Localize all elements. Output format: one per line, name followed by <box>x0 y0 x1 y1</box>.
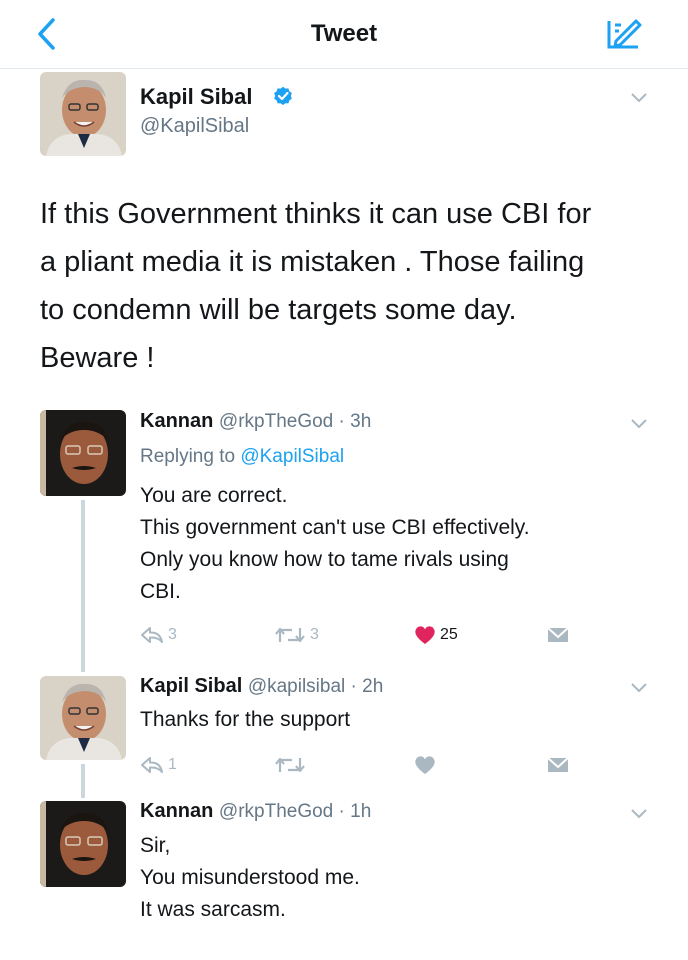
replying-to-label: Replying to <box>140 446 236 467</box>
reply-text-line: Sir, <box>140 834 171 857</box>
reply-button[interactable]: 3 <box>140 626 177 644</box>
author-handle[interactable]: @KapilSibal <box>140 115 249 138</box>
reply-text-line: It was sarcasm. <box>140 898 286 921</box>
heart-icon <box>415 756 435 774</box>
chevron-down-icon[interactable] <box>630 682 648 694</box>
reply-text-line: You misunderstood me. <box>140 866 360 889</box>
tweet-text-line: a pliant media it is mistaken . Those fa… <box>40 246 585 278</box>
avatar[interactable] <box>40 410 126 496</box>
tweet-text-line: Beware ! <box>40 342 155 374</box>
avatar[interactable] <box>40 676 126 760</box>
avatar[interactable] <box>40 72 126 156</box>
direct-message-icon <box>547 757 569 772</box>
avatar-kapil-sibal <box>40 676 126 760</box>
reply-text-line: Thanks for the support <box>140 708 351 731</box>
reply-text: Thanks for the support <box>140 704 350 736</box>
reply-header: Kannan @rkpTheGod · 3h <box>140 410 371 433</box>
like-button[interactable] <box>414 755 436 775</box>
like-button[interactable]: 25 <box>414 625 458 645</box>
replying-to-mention[interactable]: @KapilSibal <box>240 446 344 467</box>
retweet-icon <box>275 757 305 773</box>
page-title: Tweet <box>310 20 378 47</box>
avatar-kannan <box>40 410 126 496</box>
reply-text-line: CBI. <box>140 580 181 603</box>
direct-message-button[interactable] <box>546 756 570 774</box>
reply-button[interactable]: 1 <box>140 756 177 774</box>
author-name[interactable]: Kannan <box>140 800 213 822</box>
chevron-down-icon[interactable] <box>630 92 648 104</box>
verified-badge-icon <box>274 86 292 105</box>
chevron-down-icon[interactable] <box>630 808 648 820</box>
direct-message-icon <box>547 627 569 642</box>
tweet-text: If this Government thinks it can use CBI… <box>40 190 660 382</box>
avatar-kannan <box>40 801 126 887</box>
tweet-text-line: to condemn will be targets some day. <box>40 294 517 326</box>
thread-connector <box>81 500 85 672</box>
thread-connector <box>81 764 85 798</box>
avatar[interactable] <box>40 801 126 887</box>
direct-message-button[interactable] <box>546 626 570 644</box>
author-handle-time[interactable]: @kapilsibal · 2h <box>248 676 383 697</box>
author-name[interactable]: Kapil Sibal <box>140 84 252 110</box>
reply-icon <box>141 757 163 773</box>
compose-tweet-icon[interactable] <box>606 17 642 51</box>
tweet-text-line: If this Government thinks it can use CBI… <box>40 198 592 230</box>
top-navigation-bar: Tweet <box>0 0 688 69</box>
author-handle-time[interactable]: @rkpTheGod · 1h <box>219 801 371 822</box>
reply-text: Sir, You misunderstood me. It was sarcas… <box>140 830 360 926</box>
reply-count: 3 <box>168 626 177 643</box>
reply-text: You are correct. This government can't u… <box>140 480 530 608</box>
chevron-down-icon[interactable] <box>630 418 648 430</box>
author-handle-time[interactable]: @rkpTheGod · 3h <box>219 411 371 432</box>
retweet-button[interactable] <box>274 756 306 774</box>
heart-icon <box>415 626 435 644</box>
retweet-icon <box>275 627 305 643</box>
reply-header: Kapil Sibal @kapilsibal · 2h <box>140 675 383 698</box>
reply-text-line: Only you know how to tame rivals using <box>140 548 509 571</box>
reply-count: 1 <box>168 756 177 773</box>
author-name[interactable]: Kapil Sibal <box>140 675 242 697</box>
reply-text-line: This government can't use CBI effectivel… <box>140 516 530 539</box>
reply-icon <box>141 627 163 643</box>
avatar-kapil-sibal <box>40 72 126 156</box>
retweet-button[interactable]: 3 <box>274 626 319 644</box>
replying-to: Replying to @KapilSibal <box>140 446 344 468</box>
like-count: 25 <box>440 626 458 643</box>
reply-header: Kannan @rkpTheGod · 1h <box>140 800 371 823</box>
retweet-count: 3 <box>310 626 319 643</box>
reply-text-line: You are correct. <box>140 484 288 507</box>
author-name[interactable]: Kannan <box>140 410 213 432</box>
